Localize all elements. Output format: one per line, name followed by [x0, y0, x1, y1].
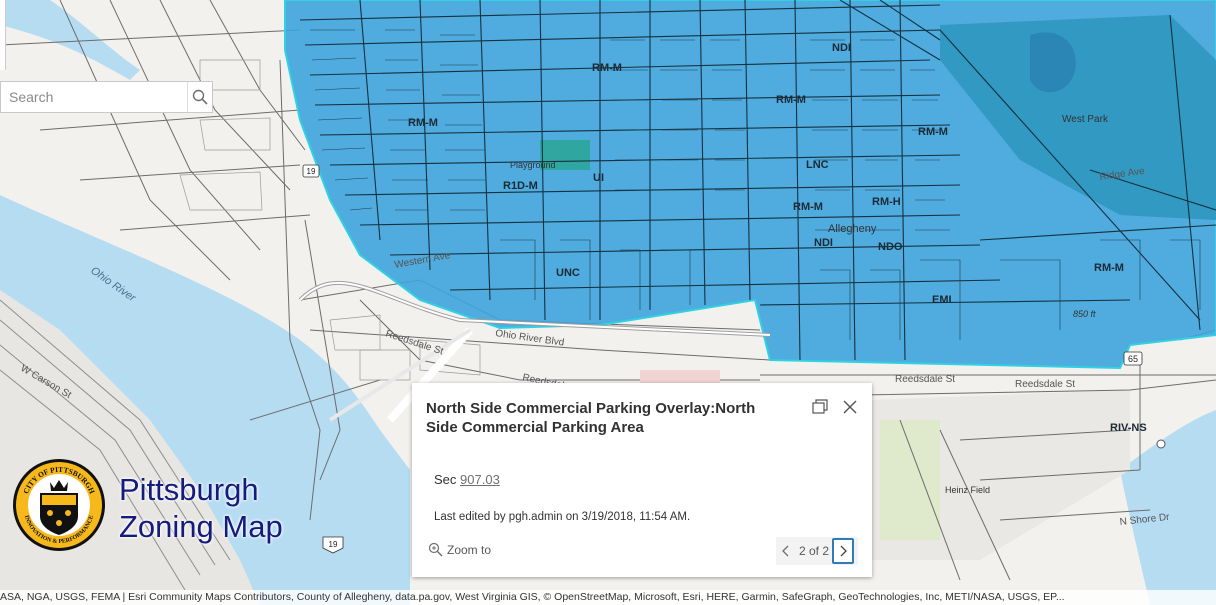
popup-section: Sec 907.03: [434, 472, 500, 487]
svg-text:19: 19: [307, 167, 316, 176]
dock-button[interactable]: [810, 397, 830, 417]
search-input[interactable]: [1, 82, 187, 112]
feature-pager: 2 of 2: [776, 537, 858, 565]
zone-label: UNC: [556, 267, 580, 279]
elevation-label: 850 ft: [1073, 309, 1096, 319]
search-widget: [0, 81, 213, 113]
park-green: [880, 420, 940, 540]
zone-label: RM-M: [408, 117, 438, 129]
map-title: Pittsburgh Zoning Map: [119, 471, 283, 545]
road-label-reedsdale-3: Reedsdale St: [895, 374, 955, 385]
map-title-line2: Zoning Map: [119, 509, 283, 544]
location-pin-icon: [1156, 439, 1166, 449]
svg-text:65: 65: [1128, 354, 1138, 364]
zone-label: RM-H: [872, 196, 901, 208]
place-label-west-park: West Park: [1062, 114, 1109, 125]
zone-label: EMI: [932, 294, 952, 306]
section-label: Sec: [434, 472, 457, 487]
zone-label: RM-M: [592, 62, 622, 74]
close-button[interactable]: [840, 397, 860, 417]
zoom-icon: [428, 542, 443, 557]
zone-label: LNC: [806, 159, 829, 171]
popup-title: North Side Commercial Parking Overlay:No…: [426, 400, 756, 436]
place-label-allegheny: Allegheny: [828, 223, 877, 235]
map-attribution[interactable]: ASA, NGA, USGS, FEMA | Esri Community Ma…: [0, 590, 1216, 605]
zone-label: RM-M: [776, 94, 806, 106]
zone-label: RM-M: [793, 201, 823, 213]
route-shield-65: 65: [1123, 351, 1143, 366]
zoom-to-label: Zoom to: [447, 542, 492, 557]
route-shield-19-north: 19: [302, 164, 320, 178]
zone-label: RIV-NS: [1110, 422, 1147, 434]
close-icon: [843, 400, 857, 414]
zone-label: NDI: [814, 237, 833, 249]
place-label-playground: Playground: [510, 160, 556, 170]
previous-feature-button[interactable]: [776, 537, 796, 565]
chevron-right-icon: [840, 545, 847, 557]
next-feature-button[interactable]: [832, 538, 854, 564]
feature-popup: North Side Commercial Parking Overlay:No…: [412, 383, 872, 577]
pager-count: 2 of 2: [798, 544, 830, 558]
search-icon: [192, 89, 208, 105]
svg-text:19: 19: [329, 540, 338, 549]
chevron-left-icon: [782, 545, 789, 557]
zoom-to-button[interactable]: Zoom to: [428, 542, 491, 557]
search-button[interactable]: [187, 82, 212, 112]
place-label-heinz-field: Heinz Field: [945, 485, 990, 495]
zone-label: NDI: [832, 42, 851, 54]
zone-label: NDO: [878, 241, 903, 253]
last-edited-text: Last edited by pgh.admin on 3/19/2018, 1…: [434, 511, 691, 523]
dock-icon: [812, 399, 828, 414]
road-label-reedsdale-4: Reedsdale St: [1015, 379, 1075, 390]
map-toolbar-edge[interactable]: [0, 0, 6, 70]
map-title-line1: Pittsburgh: [119, 472, 259, 507]
city-seal-logo: CITY OF PITTSBURGH INNOVATION & PERFORMA…: [12, 458, 106, 552]
section-link[interactable]: 907.03: [460, 472, 500, 487]
zone-label: UI: [593, 172, 604, 184]
zone-label: R1D-M: [503, 180, 538, 192]
zone-label: RM-M: [1094, 262, 1124, 274]
zone-label: RM-M: [918, 126, 948, 138]
